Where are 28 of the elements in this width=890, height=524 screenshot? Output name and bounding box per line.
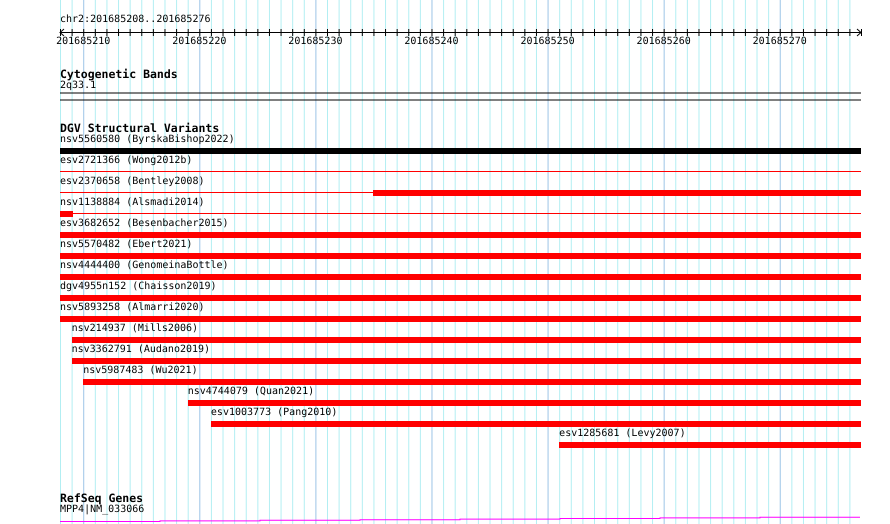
tick-label: 201685260 bbox=[636, 36, 691, 47]
variant-label: nsv5893258 (Almarri2020) bbox=[60, 302, 204, 314]
gene-label: MPP4|NM_033066 bbox=[60, 504, 144, 516]
variant-label: nsv4744079 (Quan2021) bbox=[188, 386, 314, 398]
track-title: RefSeq Genes bbox=[60, 492, 144, 504]
track-title: DGV Structural Variants bbox=[60, 122, 220, 134]
variant-label: nsv5987483 (Wu2021) bbox=[83, 365, 198, 377]
location-label: chr2:201685208..201685276 bbox=[60, 14, 211, 26]
variant-label: nsv5570482 (Ebert2021) bbox=[60, 239, 192, 251]
variant-label: nsv5560580 (ByrskaBishop2022) bbox=[60, 134, 235, 146]
variant-label: esv1003773 (Pang2010) bbox=[210, 407, 338, 419]
variant-label: esv2721366 (Wong2012b) bbox=[60, 155, 192, 167]
variant-label: esv1285681 (Levy2007) bbox=[559, 428, 686, 440]
tick-label: 201685270 bbox=[752, 36, 807, 47]
tick-label: 201685240 bbox=[404, 36, 459, 47]
variant-label: dgv4955n152 (Chaisson2019) bbox=[60, 281, 217, 293]
tick-label: 201685250 bbox=[520, 36, 575, 47]
variant-label: nsv4444400 (GenomeinaBottle) bbox=[60, 260, 229, 272]
variant-label: nsv3362791 (Audano2019) bbox=[72, 344, 210, 356]
variant-label: esv2370658 (Bentley2008) bbox=[60, 176, 204, 188]
variant-label: nsv1138884 (Alsmadi2014) bbox=[60, 197, 204, 209]
band-label: 2q33.1 bbox=[60, 80, 96, 92]
tick-label: 201685230 bbox=[288, 36, 342, 47]
variant-label: esv3682652 (Besenbacher2015) bbox=[60, 218, 229, 230]
tick-label: 201685220 bbox=[172, 36, 226, 47]
variant-label: nsv214937 (Mills2006) bbox=[72, 323, 198, 335]
tick-label: 201685210 bbox=[56, 36, 110, 47]
track-title: Cytogenetic Bands bbox=[60, 68, 178, 80]
